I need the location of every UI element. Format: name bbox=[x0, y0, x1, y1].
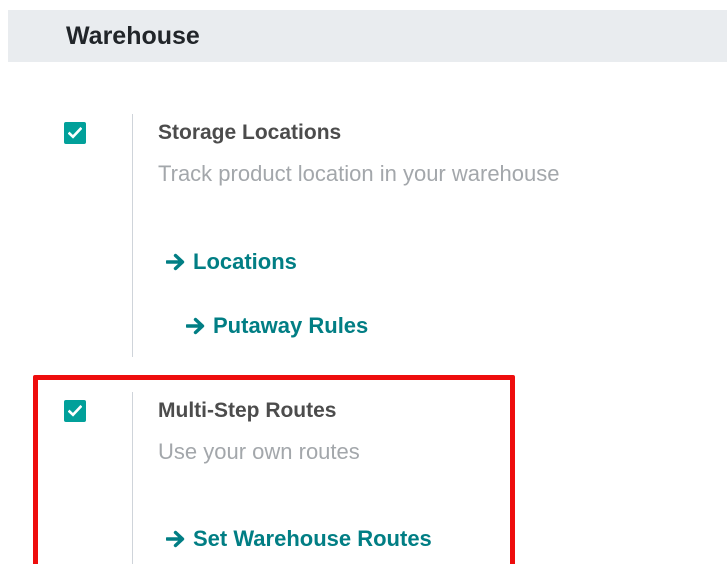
putaway-rules-link[interactable]: Putaway Rules bbox=[186, 312, 368, 340]
setting-title: Storage Locations bbox=[158, 121, 342, 144]
setting-description: Track product location in your warehouse bbox=[158, 161, 560, 186]
highlight-annotation-box bbox=[33, 375, 515, 564]
setting-divider bbox=[132, 114, 133, 357]
arrow-right-icon bbox=[166, 253, 185, 271]
settings-page: Warehouse Storage Locations Track produc… bbox=[0, 0, 727, 564]
arrow-right-icon bbox=[186, 317, 205, 335]
link-label: Locations bbox=[193, 249, 297, 274]
link-label: Putaway Rules bbox=[213, 313, 369, 338]
locations-link[interactable]: Locations bbox=[166, 248, 297, 276]
section-header: Warehouse bbox=[8, 10, 727, 62]
section-title: Warehouse bbox=[66, 22, 200, 50]
checkmark-icon bbox=[68, 127, 82, 139]
storage-locations-checkbox[interactable] bbox=[64, 122, 86, 144]
